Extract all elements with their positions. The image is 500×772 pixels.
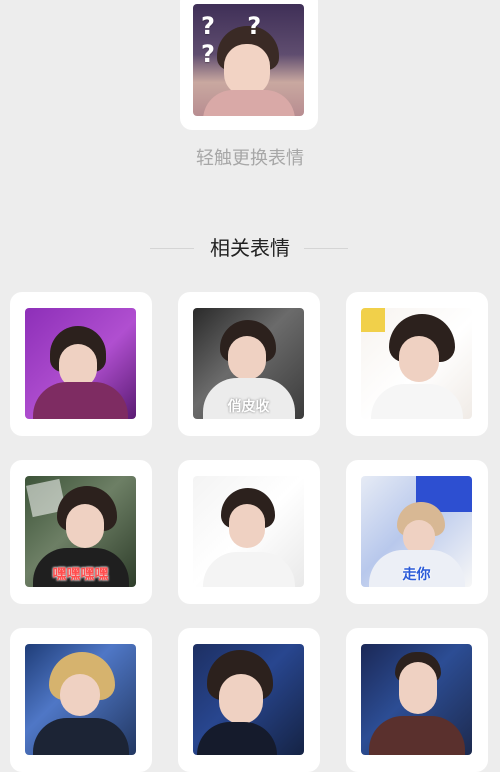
sticker-body-shape <box>203 552 295 587</box>
sticker-thumbnail[interactable] <box>193 476 304 587</box>
sticker-thumbnail[interactable] <box>25 644 136 755</box>
related-stickers-grid: 俏皮收 嘿嘿嘿嘿 走你 <box>10 292 490 772</box>
related-sticker-item[interactable]: 俏皮收 <box>178 292 320 436</box>
sticker-thumbnail[interactable] <box>361 644 472 755</box>
related-sticker-item[interactable] <box>178 628 320 772</box>
sticker-thumbnail[interactable]: 嘿嘿嘿嘿 <box>25 476 136 587</box>
sticker-face-shape <box>399 662 437 714</box>
related-sticker-item[interactable] <box>10 628 152 772</box>
sticker-body-shape <box>371 384 463 419</box>
related-sticker-item[interactable] <box>346 292 488 436</box>
sticker-face-shape <box>403 520 435 554</box>
sticker-body-shape <box>33 718 129 755</box>
sticker-caption: 嘿嘿嘿嘿 <box>52 567 109 583</box>
sticker-body-shape <box>369 716 465 755</box>
question-marks-overlay: ? ? ? <box>201 12 274 68</box>
sticker-face-shape <box>228 336 266 380</box>
sticker-body-shape <box>33 382 128 419</box>
sticker-body-shape <box>197 722 277 755</box>
related-sticker-item[interactable] <box>178 460 320 604</box>
sticker-caption: 走你 <box>402 567 431 583</box>
sticker-face-shape <box>229 504 265 548</box>
related-stickers-header: 相关表情 <box>0 236 500 262</box>
sticker-face-shape <box>219 674 263 724</box>
related-sticker-item[interactable]: 嘿嘿嘿嘿 <box>10 460 152 604</box>
tap-to-change-hint: 轻触更换表情 <box>196 148 304 169</box>
sticker-thumbnail[interactable] <box>193 644 304 755</box>
sticker-caption: 俏皮收 <box>227 399 270 415</box>
sticker-thumbnail[interactable]: 俏皮收 <box>193 308 304 419</box>
sticker-face-shape <box>66 504 104 548</box>
related-sticker-item[interactable] <box>10 292 152 436</box>
title-divider-right <box>304 248 348 249</box>
related-sticker-item[interactable] <box>346 628 488 772</box>
sticker-face-shape <box>60 674 100 716</box>
current-sticker-image[interactable]: ? ? ? <box>193 4 304 116</box>
sticker-thumbnail[interactable] <box>25 308 136 419</box>
related-stickers-title: 相关表情 <box>210 236 290 260</box>
sticker-corner-accent <box>361 308 385 332</box>
related-sticker-item[interactable]: 走你 <box>346 460 488 604</box>
sticker-body-shape <box>203 90 295 116</box>
sticker-thumbnail[interactable]: 走你 <box>361 476 472 587</box>
current-sticker-card[interactable]: ? ? ? <box>180 0 318 130</box>
sticker-thumbnail[interactable] <box>361 308 472 419</box>
sticker-face-shape <box>399 336 439 382</box>
